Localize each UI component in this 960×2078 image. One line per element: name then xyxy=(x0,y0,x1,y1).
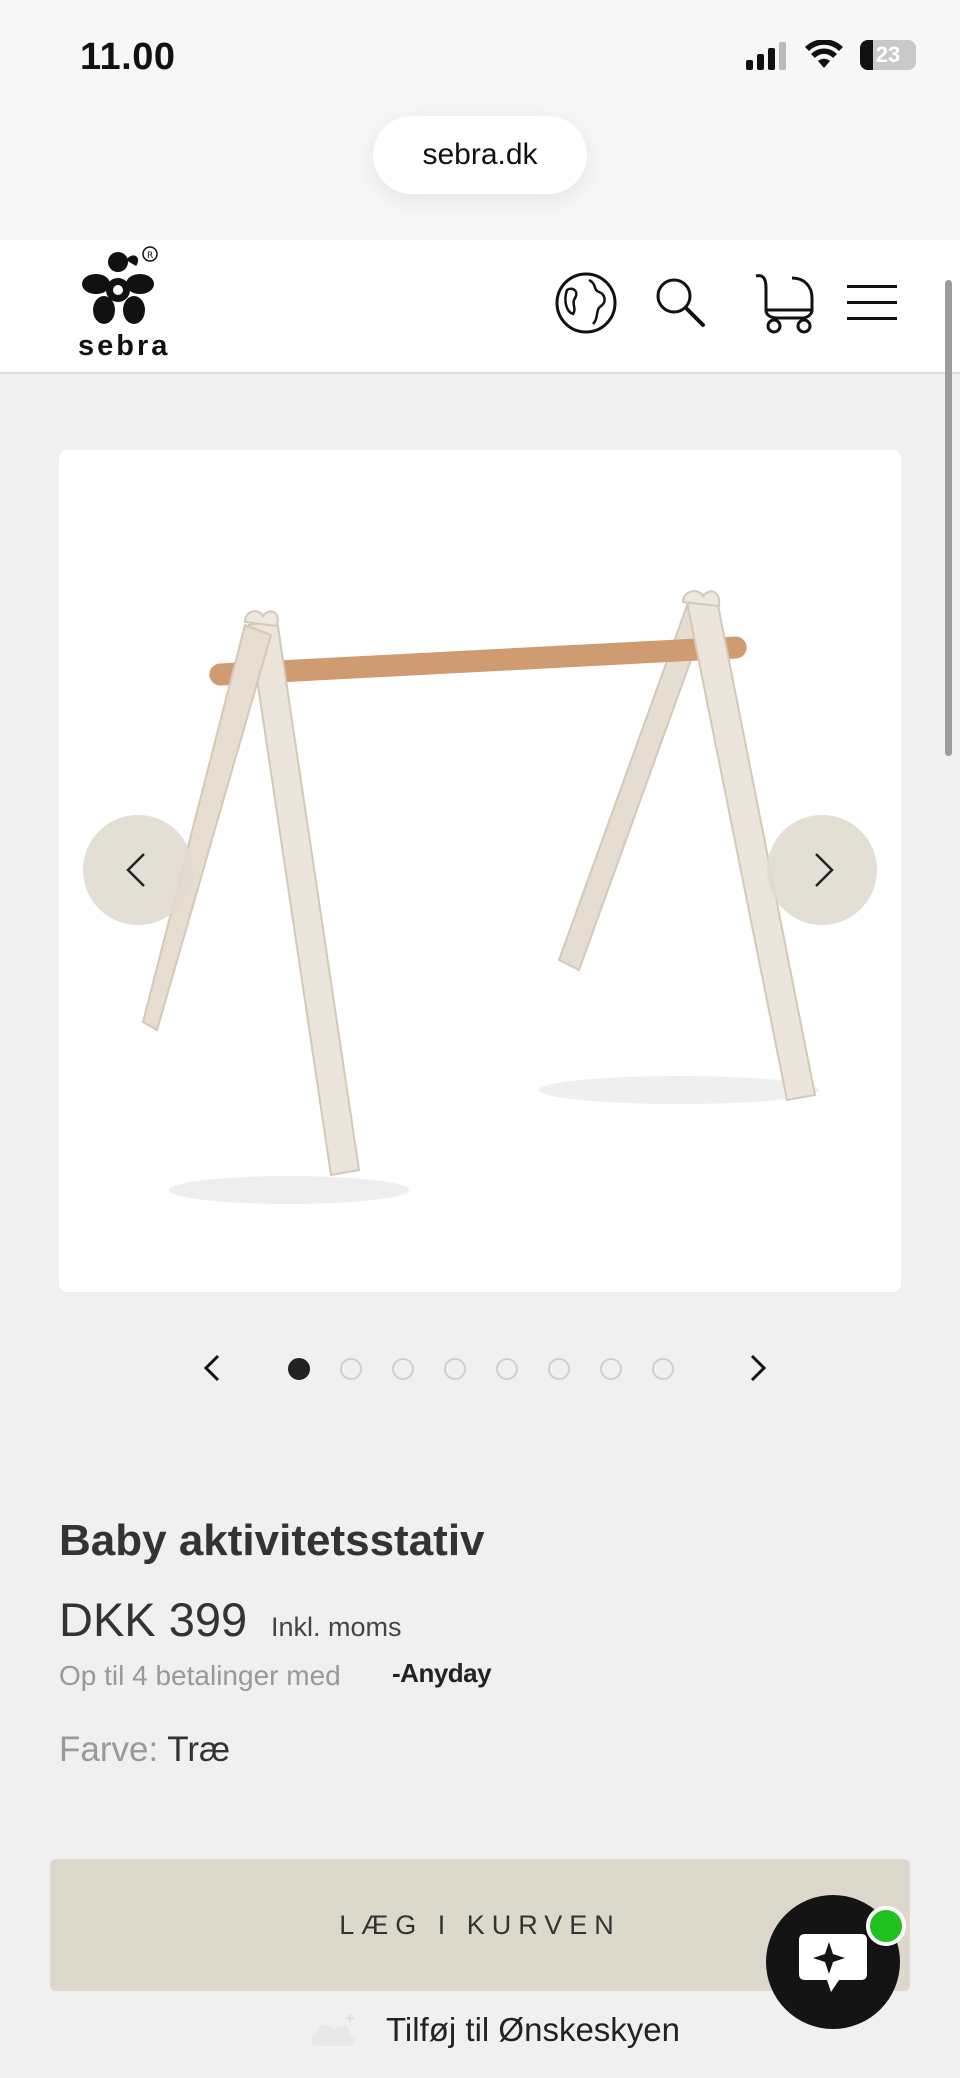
color-selector: Farve: Træ xyxy=(59,1730,230,1770)
pagination-dot[interactable] xyxy=(600,1358,622,1380)
cellular-signal-icon xyxy=(746,42,786,70)
pagination-dot[interactable] xyxy=(288,1358,310,1380)
battery-level: 23 xyxy=(875,42,901,67)
gallery-pagination xyxy=(190,1350,770,1386)
color-label: Farve: xyxy=(59,1730,159,1769)
cart-button[interactable] xyxy=(752,270,822,336)
wishlist-label: Tilføj til Ønskeskyen xyxy=(386,2011,681,2048)
pagination-dot[interactable] xyxy=(548,1358,570,1380)
logo-wordmark: sebra xyxy=(78,330,171,362)
battery-icon: 23 xyxy=(860,40,916,70)
installments-text: Op til 4 betalinger med xyxy=(59,1660,341,1691)
pagination-dot[interactable] xyxy=(496,1358,518,1380)
search-button[interactable] xyxy=(648,270,714,336)
pagination-dot[interactable] xyxy=(444,1358,466,1380)
anyday-logo[interactable]: -Anyday xyxy=(392,1658,492,1689)
chevron-right-icon xyxy=(815,853,834,887)
image-prev-button[interactable] xyxy=(83,815,193,925)
sebra-logo-mark-icon: R xyxy=(82,246,158,324)
search-icon xyxy=(656,278,705,327)
color-value: Træ xyxy=(167,1730,231,1769)
status-time: 11.00 xyxy=(80,36,176,78)
menu-icon xyxy=(847,285,897,320)
svg-text:R: R xyxy=(147,251,153,261)
pagination-dot[interactable] xyxy=(392,1358,414,1380)
language-button[interactable] xyxy=(553,270,619,336)
anyday-label: Anyday xyxy=(400,1658,492,1688)
page-scrollbar[interactable] xyxy=(945,280,952,756)
globe-icon xyxy=(555,272,617,334)
chevron-left-icon xyxy=(126,853,145,887)
url-bar[interactable]: sebra.dk xyxy=(373,116,587,194)
browser-top-area: 11.00 23 sebra.dk xyxy=(0,0,960,240)
status-icons: 23 xyxy=(744,40,916,70)
add-to-wishlist-link[interactable]: Tilføj til Ønskeskyen xyxy=(306,2010,680,2050)
chat-sparkle-icon xyxy=(799,1934,867,1992)
product-title: Baby aktivitetsstativ xyxy=(59,1516,485,1565)
cloud-icon xyxy=(310,2014,356,2046)
image-next-button[interactable] xyxy=(767,815,877,925)
pagination-dot[interactable] xyxy=(652,1358,674,1380)
product-price: DKK 399 xyxy=(59,1593,248,1646)
menu-button[interactable] xyxy=(842,270,902,336)
site-header: R sebra xyxy=(0,240,960,374)
pager-next-icon[interactable] xyxy=(742,1350,772,1386)
online-status-badge xyxy=(866,1906,906,1946)
vat-note: Inkl. moms xyxy=(271,1612,402,1642)
pager-prev-icon[interactable] xyxy=(198,1350,228,1386)
pagination-dot[interactable] xyxy=(340,1358,362,1380)
pram-cart-icon xyxy=(755,274,814,334)
wifi-icon xyxy=(805,40,843,68)
